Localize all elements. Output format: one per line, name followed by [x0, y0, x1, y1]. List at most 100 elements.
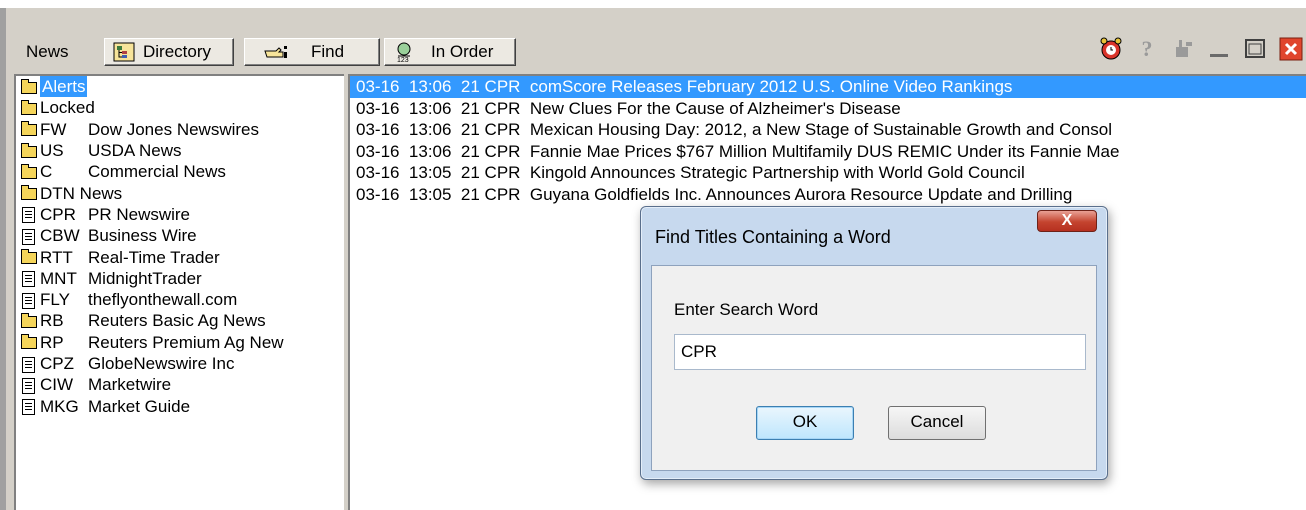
directory-name: Reuters Basic Ag News: [88, 311, 266, 331]
dialog-close-button[interactable]: X: [1037, 210, 1097, 232]
directory-name: Dow Jones Newswires: [88, 119, 259, 139]
in-order-button[interactable]: 123 In Order: [384, 38, 516, 66]
directory-code: CPZ: [40, 354, 74, 373]
headline-text: 03-16 13:06 21 CPR Fannie Mae Prices $76…: [356, 141, 1120, 161]
directory-code: RTT: [40, 247, 73, 267]
window-controls: ?: [1098, 36, 1304, 62]
directory-item[interactable]: CPZ GlobeNewswire Inc: [16, 353, 344, 374]
folder-icon: [20, 99, 38, 116]
alarm-clock-icon[interactable]: [1098, 36, 1124, 62]
maximize-icon[interactable]: [1242, 36, 1268, 62]
directory-item[interactable]: C Commercial News: [16, 161, 344, 182]
news-window: News Directory Find 123 In Order ? Alert…: [0, 0, 1306, 510]
dialog-title: Find Titles Containing a Word: [655, 227, 891, 247]
headline-text: 03-16 13:05 21 CPR Kingold Announces Str…: [356, 163, 1025, 182]
pointing-hand-icon: [263, 41, 289, 63]
dialog-close-icon: X: [1061, 212, 1073, 229]
directory-item[interactable]: MNT MidnightTrader: [16, 268, 344, 289]
directory-name: USDA News: [88, 141, 182, 161]
directory-item[interactable]: CPR PR Newswire: [16, 204, 344, 225]
folder-icon: [20, 249, 38, 265]
directory-name: MidnightTrader: [88, 268, 202, 288]
directory-label: Directory: [143, 42, 212, 61]
directory-code: US: [40, 141, 64, 161]
window-edge: [0, 8, 6, 510]
search-word-input[interactable]: [674, 334, 1086, 370]
directory-name: Business Wire: [88, 226, 197, 246]
document-icon: [20, 292, 38, 309]
directory-name: Market Guide: [88, 396, 191, 416]
directory-item[interactable]: MKG Market Guide: [16, 395, 344, 416]
directory-button[interactable]: Directory: [104, 38, 234, 66]
directory-item[interactable]: DTN News: [16, 182, 344, 203]
directory-name: theflyonthewall.com: [88, 290, 238, 310]
dialog-body: Enter Search Word OK Cancel: [651, 265, 1097, 471]
directory-code: RB: [40, 311, 64, 331]
directory-code: RP: [40, 332, 64, 352]
ok-button[interactable]: OK: [756, 406, 854, 440]
document-icon: [20, 356, 38, 373]
directory-name: Real-Time Trader: [88, 247, 220, 267]
directory-code: CBW: [40, 226, 80, 246]
directory-item[interactable]: FLY theflyonthewall.com: [16, 289, 344, 310]
pin-icon[interactable]: [1170, 36, 1196, 62]
directory-item[interactable]: Alerts: [16, 76, 344, 98]
headline-row[interactable]: 03-16 13:06 21 CPR New Clues For the Cau…: [350, 98, 1306, 120]
directory-panel[interactable]: Alerts Locked FW Dow Jones Newswires US USDA …: [14, 74, 344, 510]
directory-name: GlobeNewswire Inc: [88, 354, 235, 373]
directory-code: C: [40, 162, 53, 182]
headline-text: 03-16 13:06 21 CPR New Clues For the Cau…: [356, 98, 901, 118]
close-icon[interactable]: [1278, 36, 1304, 62]
news-label: News: [26, 42, 69, 61]
folder-icon: [20, 334, 38, 350]
directory-code: CPR: [40, 204, 76, 224]
headline-row[interactable]: 03-16 13:06 21 CPR Mexican Housing Day: …: [350, 119, 1306, 141]
document-icon: [20, 398, 38, 416]
help-icon[interactable]: ?: [1134, 36, 1160, 62]
find-dialog: Find Titles Containing a Word X Enter Se…: [640, 206, 1108, 480]
headline-row[interactable]: 03-16 13:06 21 CPR Fannie Mae Prices $76…: [350, 141, 1306, 163]
directory-code: FLY: [40, 290, 70, 310]
document-icon: [20, 377, 38, 394]
directory-item[interactable]: RTT Real-Time Trader: [16, 246, 344, 267]
directory-item[interactable]: CIW Marketwire: [16, 374, 344, 395]
folder-icon: [20, 163, 38, 180]
cancel-button[interactable]: Cancel: [888, 406, 986, 440]
directory-tree-icon: [111, 41, 137, 63]
directory-code: Locked: [40, 98, 95, 118]
directory-item[interactable]: US USDA News: [16, 140, 344, 161]
headline-text: 03-16 13:06 21 CPR comScore Releases Feb…: [356, 77, 1013, 96]
directory-code: CIW: [40, 375, 74, 395]
headline-row[interactable]: 03-16 13:06 21 CPR comScore Releases Feb…: [350, 76, 1306, 98]
directory-item[interactable]: Locked: [16, 97, 344, 118]
headline-text: 03-16 13:05 21 CPR Guyana Goldfields Inc…: [356, 184, 1073, 204]
folder-icon: [20, 121, 38, 137]
minimize-icon[interactable]: [1206, 36, 1232, 62]
document-icon: [20, 206, 38, 224]
directory-name: Marketwire: [88, 375, 172, 395]
find-button[interactable]: Find: [244, 38, 380, 66]
folder-icon: [20, 142, 38, 159]
in-order-label: In Order: [431, 42, 494, 61]
svg-text:123: 123: [397, 57, 409, 63]
toolbar: News Directory Find 123 In Order ?: [14, 30, 1304, 66]
directory-item[interactable]: RP Reuters Premium Ag New: [16, 332, 344, 353]
headline-row[interactable]: 03-16 13:05 21 CPR Guyana Goldfields Inc…: [350, 184, 1306, 206]
directory-name: PR Newswire: [88, 204, 191, 224]
directory-code: Alerts: [40, 76, 88, 98]
folder-icon: [20, 185, 38, 201]
directory-name: Reuters Premium Ag New: [88, 332, 284, 352]
directory-item[interactable]: CBW Business Wire: [16, 225, 344, 246]
document-icon: [20, 270, 38, 288]
directory-code: MNT: [40, 268, 77, 288]
folder-icon: [20, 312, 38, 329]
directory-item[interactable]: RB Reuters Basic Ag News: [16, 310, 344, 331]
directory-name: Commercial News: [88, 162, 226, 182]
sort-order-icon: 123: [391, 41, 417, 63]
find-label: Find: [311, 42, 345, 61]
document-icon: [20, 228, 38, 245]
directory-code: MKG: [40, 396, 79, 416]
search-word-label: Enter Search Word: [674, 300, 819, 319]
directory-item[interactable]: FW Dow Jones Newswires: [16, 119, 344, 140]
headline-row[interactable]: 03-16 13:05 21 CPR Kingold Announces Str…: [350, 162, 1306, 184]
